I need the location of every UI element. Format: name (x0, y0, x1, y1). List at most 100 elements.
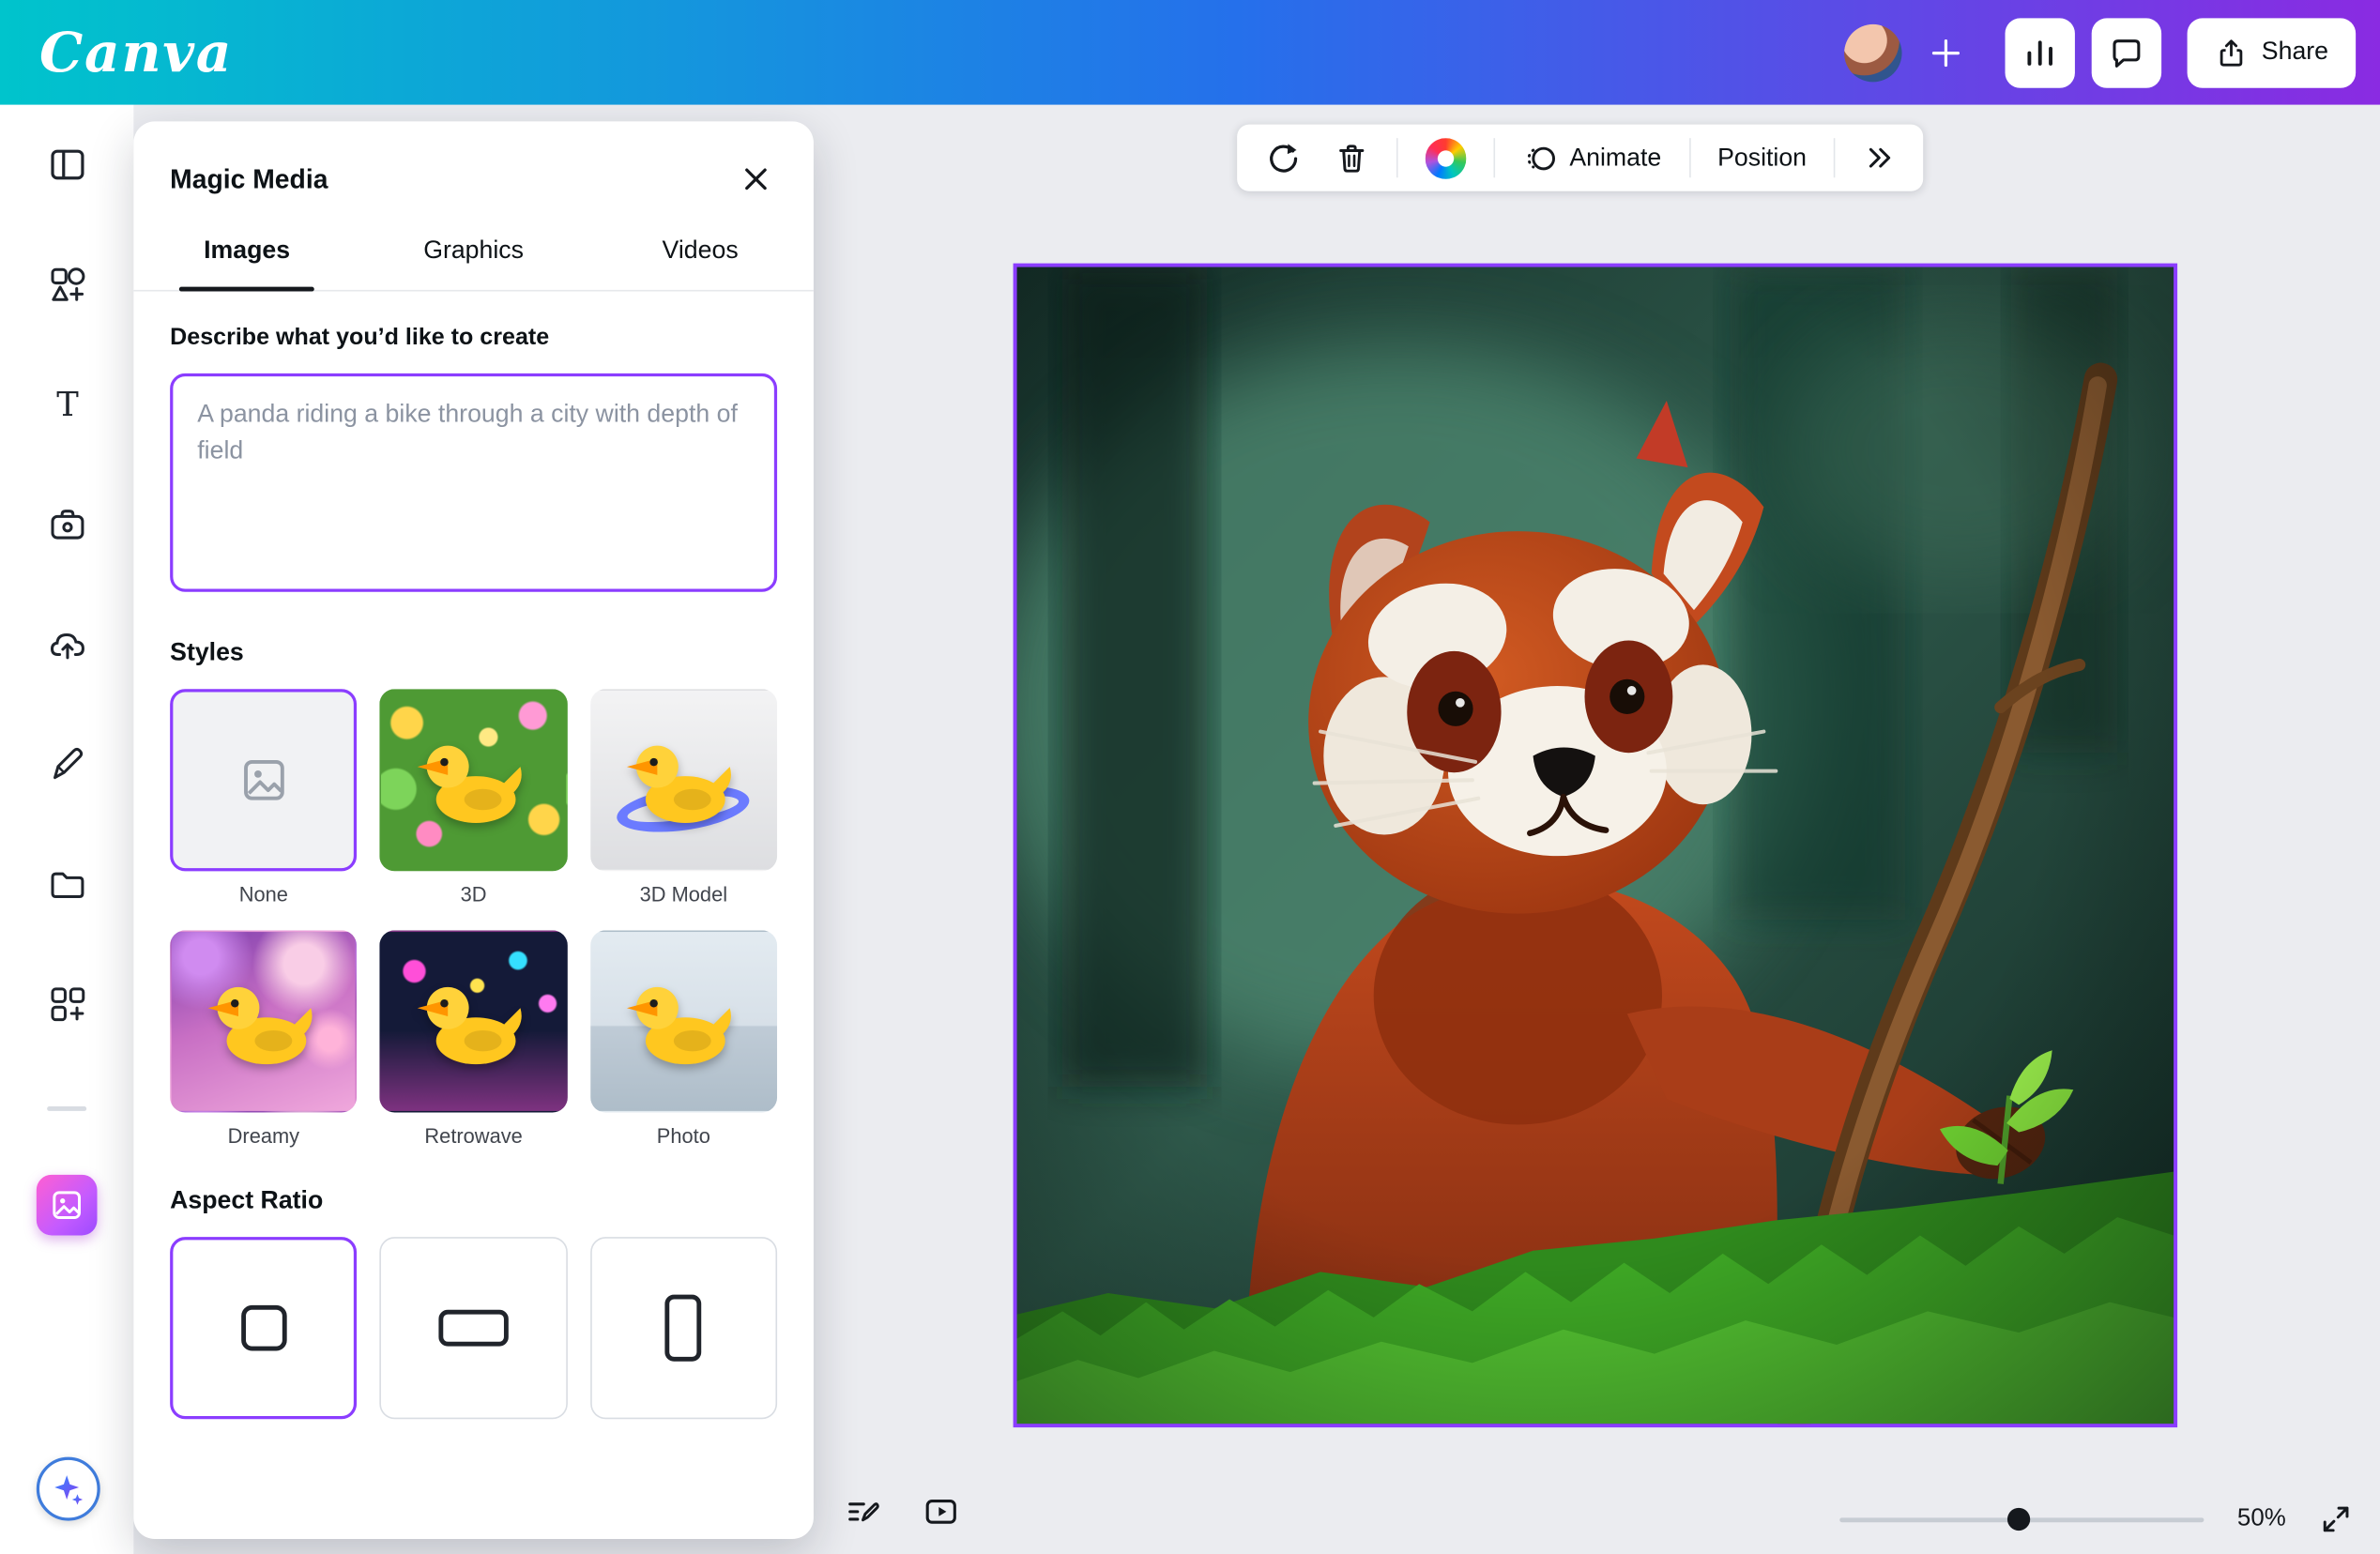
styles-grid: None 3D 3D Model (170, 689, 777, 1147)
color-wheel-icon (1426, 137, 1467, 178)
style-thumb-3d (380, 689, 567, 871)
media-type-tabs: Images Graphics Videos (133, 216, 814, 292)
add-member-button[interactable] (1918, 25, 1973, 80)
toolbar-divider (1688, 138, 1690, 177)
sidebar-divider (47, 1106, 86, 1111)
expand-icon (2319, 1502, 2353, 1536)
magic-media-icon (50, 1188, 84, 1222)
notes-button[interactable] (831, 1485, 892, 1539)
style-thumb-dreamy (170, 930, 357, 1112)
style-option-retrowave[interactable]: Retrowave (380, 930, 567, 1147)
aspect-option-landscape[interactable] (380, 1237, 567, 1419)
document-controls (831, 1485, 971, 1539)
generated-image-red-panda[interactable] (1017, 267, 2174, 1424)
animate-label: Animate (1569, 144, 1661, 173)
panel-body: Describe what you’d like to create Style… (133, 325, 814, 1419)
comments-button[interactable] (2092, 18, 2161, 87)
aspect-thumb-landscape (380, 1237, 567, 1419)
sidebar-item-apps[interactable] (0, 944, 133, 1064)
share-upload-icon (2215, 36, 2249, 69)
sidebar-item-brand[interactable] (0, 465, 133, 585)
panel-title: Magic Media (170, 163, 328, 195)
sidebar: T (0, 105, 133, 1554)
apps-grid-icon (46, 983, 87, 1025)
aspect-ratio-label: Aspect Ratio (170, 1187, 777, 1216)
sidebar-item-elements[interactable] (0, 224, 133, 344)
trash-icon (1335, 141, 1369, 175)
duck-illustration (418, 737, 530, 830)
color-picker-button[interactable] (1413, 132, 1479, 184)
sidebar-item-design[interactable] (0, 105, 133, 225)
canva-editor: Canva (0, 0, 2380, 1554)
duck-illustration (418, 978, 530, 1072)
context-toolbar: Animate Position (1237, 125, 1923, 191)
duck-illustration (627, 978, 740, 1072)
toolbar-divider (1493, 138, 1495, 177)
sidebar-item-text[interactable]: T (0, 344, 133, 465)
position-label: Position (1717, 144, 1807, 173)
style-label: Dreamy (170, 1124, 357, 1147)
close-icon (740, 164, 770, 194)
style-label: 3D (380, 883, 567, 906)
top-bar: Canva (0, 0, 2380, 105)
more-tools-button[interactable] (1851, 132, 1908, 184)
duck-illustration (627, 737, 740, 830)
prompt-label: Describe what you’d like to create (170, 325, 777, 352)
zoom-level: 50% (2237, 1505, 2286, 1532)
magic-media-panel: Magic Media Images Graphics Videos Descr… (133, 121, 814, 1539)
zoom-slider[interactable] (1839, 1517, 2204, 1522)
present-button[interactable] (910, 1485, 971, 1539)
canva-assistant-button[interactable] (37, 1457, 100, 1521)
regenerate-button[interactable] (1252, 132, 1313, 184)
chevron-double-right-icon (1863, 141, 1897, 175)
sidebar-item-projects[interactable] (0, 824, 133, 944)
landscape-ratio-icon (438, 1310, 508, 1347)
toolbar-divider (1396, 138, 1398, 177)
fullscreen-button[interactable] (2319, 1502, 2353, 1536)
style-option-dreamy[interactable]: Dreamy (170, 930, 357, 1147)
top-bar-actions: Share (1844, 18, 2356, 87)
image-placeholder-icon (239, 755, 288, 804)
tab-graphics[interactable]: Graphics (360, 216, 587, 290)
toolbar-divider (1834, 138, 1836, 177)
svg-text:T: T (55, 386, 78, 424)
style-option-3d[interactable]: 3D (380, 689, 567, 906)
zoom-controls: 50% (1839, 1502, 2353, 1536)
style-option-none[interactable]: None (170, 689, 357, 906)
aspect-ratio-grid (170, 1237, 777, 1419)
sidebar-item-uploads[interactable] (0, 585, 133, 705)
panel-header: Magic Media (133, 121, 814, 215)
delete-button[interactable] (1322, 132, 1381, 184)
insights-button[interactable] (2005, 18, 2074, 87)
aspect-thumb-square (170, 1237, 357, 1419)
animate-icon (1522, 141, 1557, 175)
sidebar-item-draw[interactable] (0, 704, 133, 824)
sidebar-item-magic-media[interactable] (37, 1175, 98, 1236)
style-label: Retrowave (380, 1124, 567, 1147)
canva-logo[interactable]: Canva (39, 25, 233, 80)
sparkle-icon (50, 1470, 86, 1507)
close-panel-button[interactable] (735, 158, 777, 200)
share-button[interactable]: Share (2188, 18, 2357, 87)
style-thumb-none (170, 689, 357, 871)
style-thumb-photo (590, 930, 777, 1112)
prompt-input[interactable] (170, 373, 777, 592)
position-button[interactable]: Position (1705, 132, 1819, 184)
style-label: None (170, 883, 357, 906)
notes-icon (844, 1493, 880, 1530)
style-option-photo[interactable]: Photo (590, 930, 777, 1147)
aspect-option-square[interactable] (170, 1237, 357, 1419)
chat-bubble-icon (2108, 34, 2144, 70)
style-label: Photo (590, 1124, 777, 1147)
plus-icon (1928, 34, 1964, 70)
avatar[interactable] (1844, 23, 1901, 81)
zoom-slider-knob[interactable] (2006, 1508, 2029, 1531)
text-icon: T (46, 384, 87, 425)
bar-chart-icon (2021, 34, 2058, 70)
tab-images[interactable]: Images (133, 216, 360, 290)
tab-videos[interactable]: Videos (587, 216, 814, 290)
aspect-option-portrait[interactable] (590, 1237, 777, 1419)
regenerate-icon (1264, 140, 1301, 176)
style-option-3d-model[interactable]: 3D Model (590, 689, 777, 906)
animate-button[interactable]: Animate (1510, 132, 1673, 184)
